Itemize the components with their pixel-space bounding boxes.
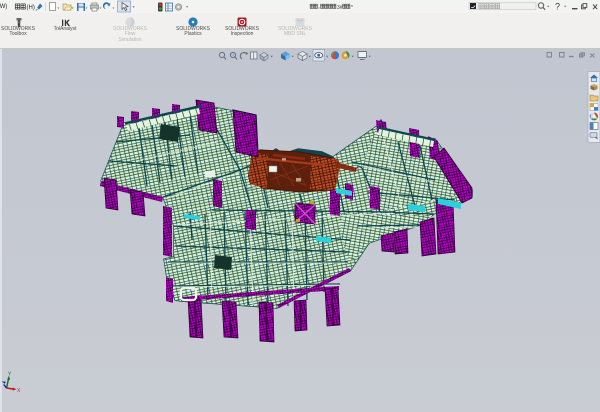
svg-text:3#: 3#: [337, 5, 343, 11]
svg-text:(H): (H): [27, 5, 35, 11]
svg-text:?: ?: [555, 2, 560, 12]
svg-text:X: X: [17, 388, 21, 394]
svg-text:*: *: [351, 5, 353, 11]
svg-text:Y: Y: [8, 372, 12, 378]
